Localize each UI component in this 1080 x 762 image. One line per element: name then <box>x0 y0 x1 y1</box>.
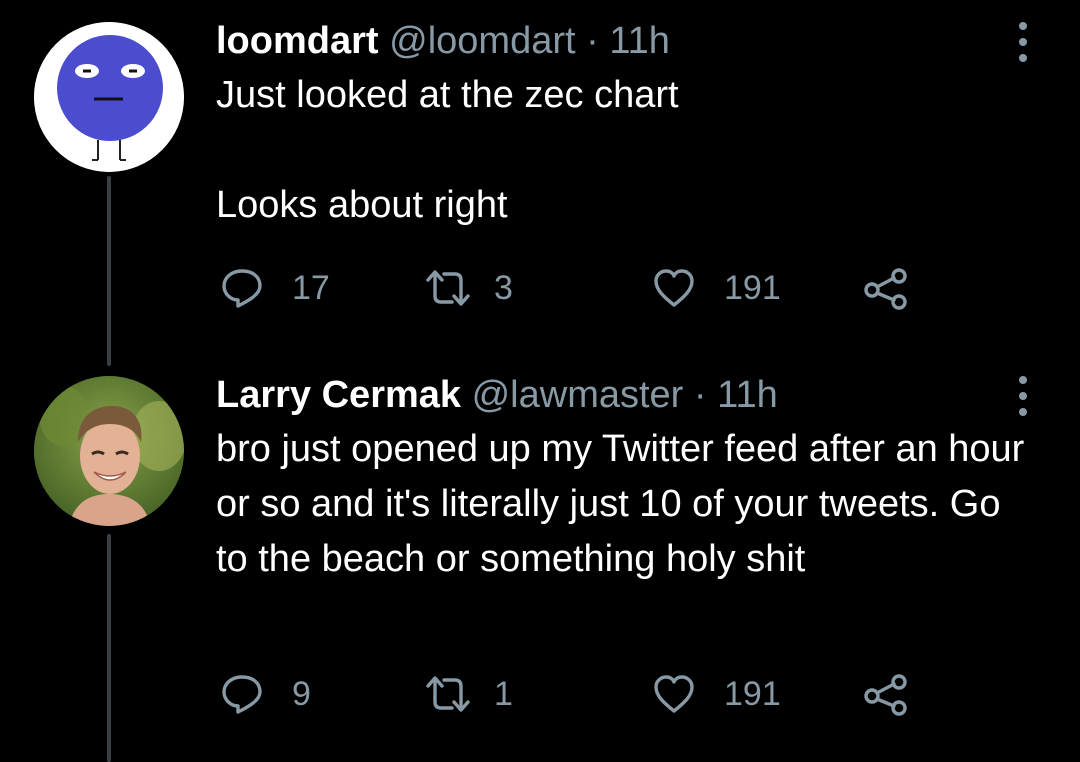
separator: · <box>693 374 707 416</box>
tweet-text: Just looked at the zec chart Looks about… <box>216 74 679 226</box>
retweet-count: 1 <box>494 674 513 713</box>
tweet-header: Larry Cermak @lawmaster · 11h <box>216 372 778 418</box>
retweet-count: 3 <box>494 268 513 307</box>
reply-button[interactable]: 9 <box>220 666 311 722</box>
tweet-header: loomdart @loomdart · 11h <box>216 18 670 64</box>
like-count: 191 <box>724 674 781 713</box>
retweet-button[interactable]: 1 <box>424 666 513 722</box>
timestamp[interactable]: 11h <box>609 20 670 62</box>
more-icon[interactable] <box>1010 18 1036 66</box>
retweet-button[interactable]: 3 <box>424 260 513 316</box>
reply-count: 9 <box>292 674 311 713</box>
blue-blob-avatar-icon <box>34 22 184 172</box>
timestamp[interactable]: 11h <box>717 374 778 416</box>
share-button[interactable] <box>862 260 910 316</box>
user-handle[interactable]: @loomdart <box>389 20 575 62</box>
display-name[interactable]: Larry Cermak <box>216 374 461 416</box>
like-button[interactable]: 191 <box>652 260 781 316</box>
like-count: 191 <box>724 268 781 307</box>
share-icon <box>864 268 907 310</box>
separator: · <box>586 20 599 62</box>
reply-icon <box>222 675 262 714</box>
share-button[interactable] <box>862 666 910 722</box>
avatar[interactable] <box>34 376 184 526</box>
like-button[interactable]: 191 <box>652 666 781 722</box>
photo-avatar-icon <box>34 376 184 526</box>
retweet-icon <box>426 270 470 306</box>
share-icon <box>864 674 907 716</box>
heart-icon <box>654 675 694 713</box>
thread-line-top <box>107 176 111 366</box>
retweet-icon <box>426 676 470 712</box>
more-icon[interactable] <box>1010 372 1036 420</box>
user-handle[interactable]: @lawmaster <box>472 374 684 416</box>
thread-line-bottom <box>107 534 111 762</box>
reply-button[interactable]: 17 <box>220 260 330 316</box>
tweet-text: bro just opened up my Twitter feed after… <box>216 428 1035 580</box>
reply-icon <box>222 269 262 308</box>
action-bar: 9 1 191 <box>216 666 936 722</box>
heart-icon <box>654 269 694 307</box>
reply-count: 17 <box>292 268 330 307</box>
display-name[interactable]: loomdart <box>216 20 379 62</box>
action-bar: 17 3 191 <box>216 260 936 316</box>
avatar[interactable] <box>34 22 184 172</box>
